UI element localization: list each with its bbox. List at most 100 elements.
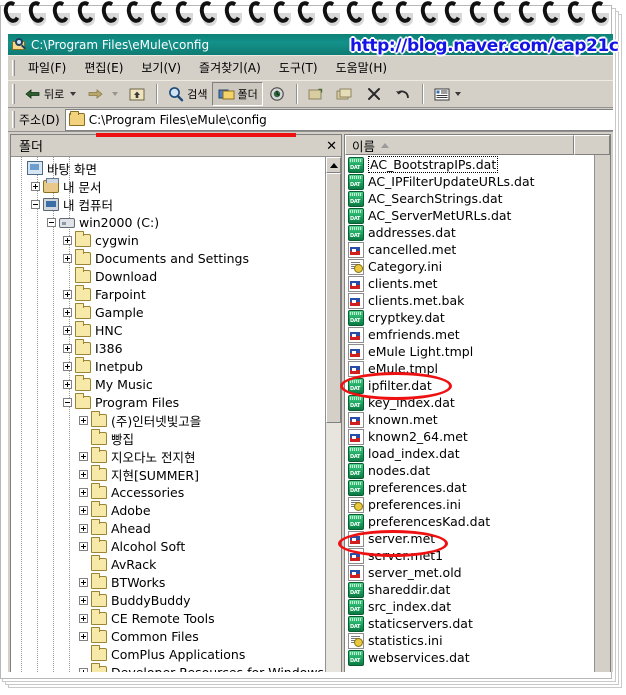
tree-item[interactable]: Developer Resources for Windows Mo: [13, 662, 325, 672]
column-header-name[interactable]: 이름: [345, 135, 574, 155]
scroll-thumb[interactable]: [326, 173, 341, 423]
column-header-secondary[interactable]: [574, 135, 610, 155]
file-list-item[interactable]: preferences.ini: [346, 496, 594, 513]
toolbar-grip[interactable]: [12, 84, 15, 104]
tree-item[interactable]: BuddyBuddy: [13, 590, 325, 609]
tree-item[interactable]: Common Files: [13, 626, 325, 645]
file-list-item[interactable]: ipfilter.dat: [346, 377, 594, 394]
tree-item[interactable]: 내 문서: [13, 177, 325, 195]
tree-collapse-icon[interactable]: [47, 217, 56, 227]
tree-item[interactable]: I386: [13, 338, 325, 357]
file-list-item[interactable]: AC_SearchStrings.dat: [346, 190, 594, 207]
file-list-item[interactable]: statistics.ini: [346, 632, 594, 649]
file-list-item[interactable]: Category.ini: [346, 258, 594, 275]
tree-item[interactable]: Program Files: [13, 392, 325, 411]
tree-item[interactable]: Accessories: [13, 482, 325, 501]
tree-expand-icon[interactable]: [63, 379, 72, 389]
menu-item-favorites[interactable]: 즐겨찾기(A): [190, 56, 270, 79]
file-list-item[interactable]: server_met.old: [346, 564, 594, 581]
tree-expand-icon[interactable]: [79, 577, 88, 587]
tree-expand-icon[interactable]: [79, 469, 88, 479]
back-button[interactable]: 뒤로: [19, 82, 68, 106]
file-list-item[interactable]: known2_64.met: [346, 428, 594, 445]
file-list-item[interactable]: preferencesKad.dat: [346, 513, 594, 530]
search-button[interactable]: 검색: [162, 82, 211, 106]
file-list-item[interactable]: eMule Light.tmpl: [346, 343, 594, 360]
menubar-grip[interactable]: [12, 59, 15, 76]
tree-expand-icon[interactable]: [63, 361, 72, 371]
tree-item[interactable]: Gample: [13, 302, 325, 321]
tree-expand-icon[interactable]: [79, 487, 88, 497]
file-list-item[interactable]: AC_ServerMetURLs.dat: [346, 207, 594, 224]
views-button[interactable]: [428, 82, 470, 106]
tree-item[interactable]: Download: [13, 266, 325, 285]
file-list-item[interactable]: server.met: [346, 530, 594, 547]
folder-tree[interactable]: 바탕 화면 내 문서 내 컴퓨터 win2000 (C:) cygwin Document…: [11, 157, 325, 672]
file-list-item[interactable]: cryptkey.dat: [346, 309, 594, 326]
tree-item[interactable]: 빵집: [13, 428, 325, 447]
tree-expand-icon[interactable]: [79, 613, 88, 623]
tree-item[interactable]: ComPlus Applications: [13, 644, 325, 663]
file-list-item[interactable]: AC_IPFilterUpdateURLs.dat: [346, 173, 594, 190]
tree-collapse-icon[interactable]: [63, 397, 72, 407]
tree-item[interactable]: My Music: [13, 374, 325, 393]
tree-expand-icon[interactable]: [79, 631, 88, 641]
addressbar-grip[interactable]: [12, 111, 15, 128]
tree-item[interactable]: HNC: [13, 320, 325, 339]
tree-expand-icon[interactable]: [79, 523, 88, 533]
files-list-scrollbar[interactable]: [594, 155, 610, 672]
tree-item[interactable]: CE Remote Tools: [13, 608, 325, 627]
tree-expand-icon[interactable]: [31, 181, 40, 191]
history-button[interactable]: [263, 82, 292, 106]
views-dropdown-icon[interactable]: [454, 92, 461, 96]
folders-button[interactable]: 폴더: [211, 82, 263, 106]
tree-item[interactable]: Farpoint: [13, 284, 325, 303]
scroll-track[interactable]: [326, 423, 341, 672]
tree-item[interactable]: win2000 (C:): [13, 213, 325, 231]
file-list-item[interactable]: clients.met.bak: [346, 292, 594, 309]
move-to-button[interactable]: [302, 82, 331, 106]
file-list-item[interactable]: clients.met: [346, 275, 594, 292]
forward-button[interactable]: [81, 82, 110, 106]
folder-tree-scrollbar[interactable]: [325, 157, 341, 672]
tree-item[interactable]: BTWorks: [13, 572, 325, 591]
file-list-item[interactable]: shareddir.dat: [346, 581, 594, 598]
file-list-item[interactable]: webservices.dat: [346, 649, 594, 666]
file-list-item[interactable]: server.met1: [346, 547, 594, 564]
tree-expand-icon[interactable]: [63, 325, 72, 335]
back-dropdown-icon[interactable]: [70, 92, 77, 96]
file-list-item[interactable]: src_index.dat: [346, 598, 594, 615]
file-list-item[interactable]: AC_BootstrapIPs.dat: [346, 156, 594, 173]
tree-expand-icon[interactable]: [79, 505, 88, 515]
file-list-item[interactable]: preferences.dat: [346, 479, 594, 496]
tree-item[interactable]: Ahead: [13, 518, 325, 537]
file-list-item[interactable]: emfriends.met: [346, 326, 594, 343]
tree-item[interactable]: AvRack: [13, 554, 325, 573]
undo-button[interactable]: [389, 82, 418, 106]
forward-dropdown-icon[interactable]: [112, 92, 119, 96]
tree-collapse-icon[interactable]: [31, 199, 40, 209]
file-list-item[interactable]: eMule.tmpl: [346, 360, 594, 377]
tree-expand-icon[interactable]: [63, 235, 72, 245]
tree-expand-icon[interactable]: [79, 451, 88, 461]
close-icon[interactable]: ✕: [326, 138, 337, 154]
tree-expand-icon[interactable]: [63, 343, 72, 353]
file-list-item[interactable]: known.met: [346, 411, 594, 428]
tree-item[interactable]: 지현[SUMMER]: [13, 464, 325, 483]
file-list-item[interactable]: key_index.dat: [346, 394, 594, 411]
tree-item[interactable]: Adobe: [13, 500, 325, 519]
tree-expand-icon[interactable]: [63, 253, 72, 263]
file-list-item[interactable]: addresses.dat: [346, 224, 594, 241]
file-list-item[interactable]: staticservers.dat: [346, 615, 594, 632]
tree-item[interactable]: (주)인터넷빛고을: [13, 410, 325, 429]
tree-item[interactable]: Inetpub: [13, 356, 325, 375]
file-list-item[interactable]: cancelled.met: [346, 241, 594, 258]
up-button[interactable]: [123, 82, 152, 106]
tree-item[interactable]: cygwin: [13, 230, 325, 249]
menu-item-help[interactable]: 도움말(H): [327, 56, 397, 79]
tree-expand-icon[interactable]: [79, 541, 88, 551]
tree-expand-icon[interactable]: [79, 667, 88, 672]
file-list-item[interactable]: load_index.dat: [346, 445, 594, 462]
copy-to-button[interactable]: [331, 82, 360, 106]
menu-item-file[interactable]: 파일(F): [19, 56, 75, 79]
